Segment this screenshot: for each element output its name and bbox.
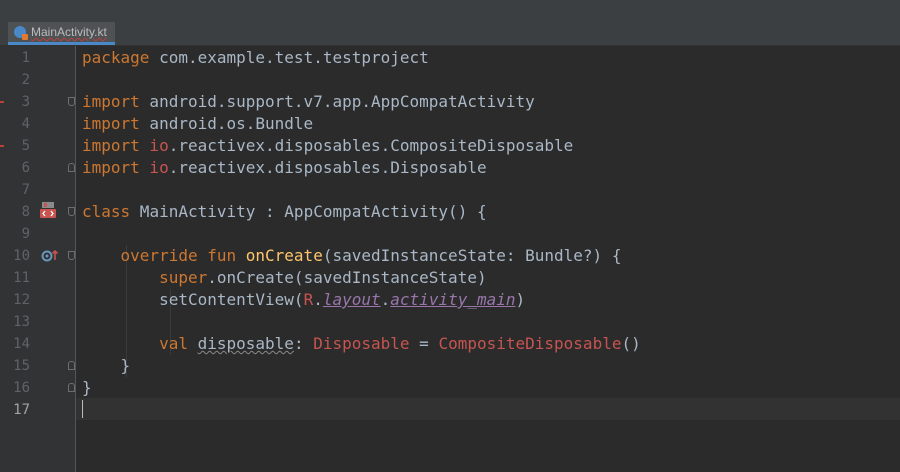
- code-line-6[interactable]: import io.reactivex.disposables.Disposab…: [82, 157, 487, 179]
- unresolved-type: Disposable: [313, 334, 410, 353]
- function-params: (savedInstanceState: Bundle?) {: [322, 246, 622, 265]
- call-expression: .onCreate(savedInstanceState): [207, 268, 487, 287]
- code-line-3[interactable]: import android.support.v7.app.AppCompatA…: [82, 91, 535, 113]
- fold-toggle[interactable]: [68, 97, 75, 106]
- code-line-15[interactable]: }: [82, 355, 131, 377]
- change-marker: [0, 101, 4, 103]
- ide-window: MainActivity.kt 1 2 3 4 5 6 7 8 9 10 11 …: [0, 0, 900, 472]
- fold-toggle[interactable]: [68, 251, 75, 260]
- code-line-12[interactable]: setContentView(R.layout.activity_main): [82, 289, 525, 311]
- line-number: 11: [13, 270, 30, 286]
- keyword: import: [82, 158, 140, 177]
- code-line-14[interactable]: val disposable: Disposable = CompositeDi…: [82, 333, 641, 355]
- line-number: 7: [21, 182, 30, 198]
- code-line-1[interactable]: package com.example.test.testproject: [82, 47, 429, 69]
- tab-label: MainActivity.kt: [31, 25, 107, 39]
- run-class-icon[interactable]: [39, 201, 57, 219]
- package-name: com.example.test.testproject: [149, 48, 429, 67]
- call-expression: setContentView(: [159, 290, 304, 309]
- unresolved-package: io: [139, 158, 169, 177]
- line-number: 1: [21, 50, 30, 66]
- keyword: import: [82, 114, 140, 133]
- property-reference: activity_main: [390, 290, 516, 309]
- line-number: 3: [21, 94, 30, 110]
- code-line-16[interactable]: }: [82, 377, 92, 399]
- line-number: 6: [21, 160, 30, 176]
- close-paren: ): [515, 290, 526, 309]
- tab-main-activity[interactable]: MainActivity.kt: [8, 22, 115, 45]
- line-number: 5: [21, 138, 30, 154]
- line-number-current: 17: [13, 402, 30, 418]
- line-number: 9: [21, 226, 30, 242]
- keyword: val: [159, 334, 188, 353]
- parens: (): [621, 334, 641, 353]
- line-number: 16: [13, 380, 30, 396]
- line-number: 2: [21, 72, 30, 88]
- class-declaration: MainActivity : AppCompatActivity() {: [130, 202, 487, 221]
- fold-toggle[interactable]: [68, 361, 75, 370]
- line-number: 13: [13, 314, 30, 330]
- unused-variable: disposable: [197, 334, 294, 353]
- line-number: 15: [13, 358, 30, 374]
- unresolved-type: CompositeDisposable: [438, 334, 622, 353]
- line-number: 14: [13, 336, 30, 352]
- keyword: override fun: [120, 246, 237, 265]
- text-cursor: [82, 400, 83, 418]
- override-method-icon[interactable]: [41, 248, 59, 262]
- unresolved-package: io: [139, 136, 169, 155]
- import-path: .reactivex.disposables.CompositeDisposab…: [168, 136, 574, 155]
- keyword: super: [159, 268, 208, 287]
- import-path: android.os.Bundle: [139, 114, 314, 133]
- line-number: 4: [21, 116, 30, 132]
- dot: .: [313, 290, 323, 309]
- fold-toggle[interactable]: [68, 383, 75, 392]
- editor-tab-bar: MainActivity.kt: [0, 0, 900, 46]
- code-line-4[interactable]: import android.os.Bundle: [82, 113, 313, 135]
- kotlin-file-icon: [14, 26, 28, 40]
- import-path: .reactivex.disposables.Disposable: [168, 158, 487, 177]
- fold-toggle[interactable]: [68, 207, 75, 216]
- change-marker: [0, 145, 4, 147]
- code-line-10[interactable]: override fun onCreate(savedInstanceState…: [82, 245, 622, 267]
- code-line-8[interactable]: class MainActivity : AppCompatActivity()…: [82, 201, 487, 223]
- keyword: package: [82, 48, 150, 67]
- line-number: 8: [21, 204, 30, 220]
- unresolved-reference: R: [303, 290, 314, 309]
- keyword: import: [82, 136, 140, 155]
- line-number: 10: [13, 248, 30, 264]
- import-path: android.support.v7.app.AppCompatActivity: [139, 92, 535, 111]
- colon: :: [293, 334, 314, 353]
- line-number: 12: [13, 292, 30, 308]
- fold-toggle[interactable]: [68, 163, 75, 172]
- assign: =: [409, 334, 439, 353]
- code-line-11[interactable]: super.onCreate(savedInstanceState): [82, 267, 487, 289]
- code-line-5[interactable]: import io.reactivex.disposables.Composit…: [82, 135, 573, 157]
- function-name: onCreate: [236, 246, 323, 265]
- property-reference: layout: [322, 290, 381, 309]
- keyword: import: [82, 92, 140, 111]
- keyword: class: [82, 202, 131, 221]
- dot: .: [380, 290, 391, 309]
